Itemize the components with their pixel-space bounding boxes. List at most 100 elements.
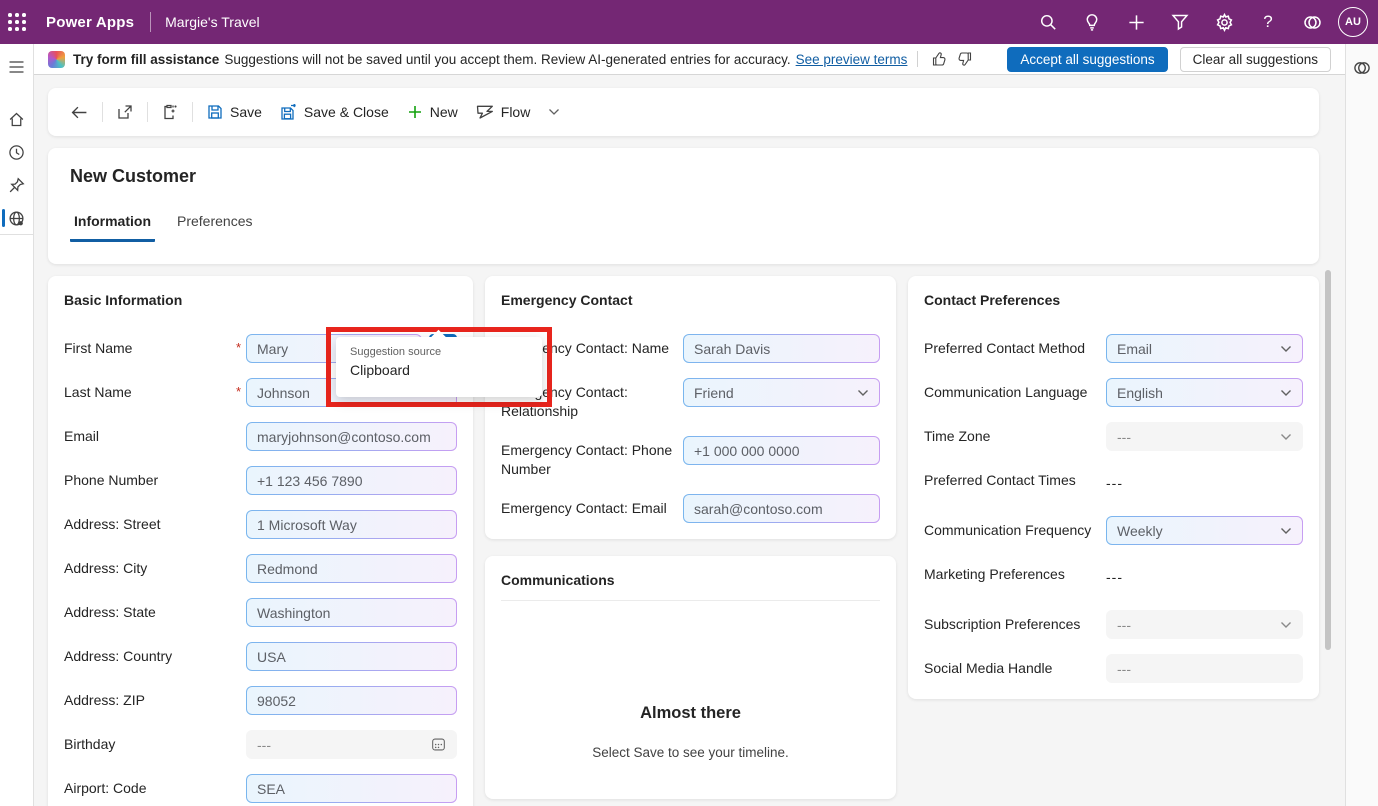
notification-message: Suggestions will not be saved until you …	[224, 52, 790, 67]
field-label: Social Media Handle	[924, 654, 1096, 678]
chevron-down-icon	[1280, 527, 1292, 535]
form-fill-notification-bar: Try form fill assistance Suggestions wil…	[34, 44, 1345, 75]
tooltip-value: Clipboard	[350, 362, 528, 378]
field-label: Email	[64, 422, 236, 446]
command-divider	[102, 102, 103, 122]
field-row: Email maryjohnson@contoso.com	[64, 422, 457, 451]
nav-hamburger-icon[interactable]	[0, 50, 34, 83]
tab-information[interactable]: Information	[70, 213, 155, 242]
form-tabs: Information Preferences	[70, 213, 1297, 242]
address-state-input[interactable]: Washington	[246, 598, 457, 627]
nav-pinned-icon[interactable]	[0, 169, 34, 202]
waffle-grid	[8, 13, 26, 31]
clear-all-suggestions-button[interactable]: Clear all suggestions	[1180, 47, 1331, 72]
airport-code-input[interactable]: SEA	[246, 774, 457, 803]
nav-home-icon[interactable]	[0, 103, 34, 136]
save-button[interactable]: Save	[198, 98, 271, 126]
suggestion-source-highlight: Suggestion source Clipboard	[326, 327, 552, 407]
time-zone-dropdown[interactable]: ---	[1106, 422, 1303, 451]
communication-language-dropdown[interactable]: English	[1106, 378, 1303, 407]
emergency-contact-section: Emergency Contact Emergency Contact: Nam…	[485, 276, 896, 539]
flow-button[interactable]: Flow	[467, 98, 540, 126]
notification-separator	[917, 51, 918, 67]
address-zip-input[interactable]: 98052	[246, 686, 457, 715]
accept-all-suggestions-button[interactable]: Accept all suggestions	[1007, 47, 1167, 72]
help-icon[interactable]: ?	[1250, 4, 1286, 40]
nav-web-resource-icon[interactable]	[0, 202, 34, 235]
subscription-preferences-dropdown[interactable]: ---	[1106, 610, 1303, 639]
field-row: Preferred Contact Method Email	[924, 334, 1303, 363]
field-label: Emergency Contact: Email	[501, 494, 673, 518]
lightbulb-icon[interactable]	[1074, 4, 1110, 40]
back-button[interactable]	[62, 99, 97, 126]
emergency-phone-input[interactable]: +1 000 000 0000	[683, 436, 880, 465]
field-label: Emergency Contact: Phone Number	[501, 436, 673, 479]
phone-number-input[interactable]: +1 123 456 7890	[246, 466, 457, 495]
preferred-contact-method-dropdown[interactable]: Email	[1106, 334, 1303, 363]
field-label: First Name	[64, 334, 236, 358]
calendar-icon[interactable]	[431, 737, 446, 752]
section-title: Basic Information	[64, 292, 457, 308]
address-city-input[interactable]: Redmond	[246, 554, 457, 583]
copilot-panel-icon[interactable]	[1350, 56, 1374, 80]
copilot-icon[interactable]	[1294, 4, 1330, 40]
app-title[interactable]: Power Apps	[46, 14, 134, 31]
social-media-handle-input[interactable]: ---	[1106, 654, 1303, 683]
communication-frequency-dropdown[interactable]: Weekly	[1106, 516, 1303, 545]
address-street-input[interactable]: 1 Microsoft Way	[246, 510, 457, 539]
form-assist-button[interactable]	[153, 98, 187, 126]
field-row: Address: Street 1 Microsoft Way	[64, 510, 457, 539]
thumbs-up-icon[interactable]	[928, 47, 952, 71]
open-record-button[interactable]	[108, 98, 142, 126]
timeline-empty-title: Almost there	[501, 704, 880, 723]
search-icon[interactable]	[1030, 4, 1066, 40]
right-rail	[1345, 44, 1378, 806]
nav-recent-icon[interactable]	[0, 136, 34, 169]
contact-preferences-section: Contact Preferences Preferred Contact Me…	[908, 276, 1319, 699]
chevron-down-icon	[1280, 433, 1292, 441]
user-avatar[interactable]: AU	[1338, 7, 1368, 37]
field-label: Address: State	[64, 598, 236, 622]
field-row: Emergency Contact: Name Sarah Davis	[501, 334, 880, 363]
preview-terms-link[interactable]: See preview terms	[796, 52, 908, 67]
email-input[interactable]: maryjohnson@contoso.com	[246, 422, 457, 451]
field-label: Address: Country	[64, 642, 236, 666]
vertical-scrollbar[interactable]	[1325, 270, 1331, 650]
communications-section: Communications Almost there Select Save …	[485, 556, 896, 799]
left-navigation	[0, 44, 34, 806]
field-label: Preferred Contact Times	[924, 466, 1096, 490]
field-row: Birthday ---	[64, 730, 457, 759]
chevron-down-icon	[1280, 389, 1292, 397]
filter-icon[interactable]	[1162, 4, 1198, 40]
flow-chevron-down-icon[interactable]	[539, 102, 569, 122]
chevron-down-icon	[1280, 621, 1292, 629]
settings-gear-icon[interactable]	[1206, 4, 1242, 40]
address-country-input[interactable]: USA	[246, 642, 457, 671]
chevron-down-icon	[857, 389, 869, 397]
environment-name[interactable]: Margie's Travel	[165, 14, 259, 30]
record-header: New Customer Information Preferences	[48, 148, 1319, 264]
chevron-down-icon	[1280, 345, 1292, 353]
field-label: Marketing Preferences	[924, 560, 1096, 584]
save-and-close-button[interactable]: Save & Close	[271, 98, 398, 127]
emergency-name-input[interactable]: Sarah Davis	[683, 334, 880, 363]
notification-title: Try form fill assistance	[73, 52, 219, 67]
new-button[interactable]: New	[398, 98, 467, 126]
field-label: Airport: Code	[64, 774, 236, 798]
form-content-area: Save Save & Close New Flow	[34, 75, 1345, 806]
record-title: New Customer	[70, 166, 1297, 187]
field-row: Address: City Redmond	[64, 554, 457, 583]
thumbs-down-icon[interactable]	[952, 47, 976, 71]
field-label: Time Zone	[924, 422, 1096, 446]
add-icon[interactable]	[1118, 4, 1154, 40]
field-label: Birthday	[64, 730, 236, 754]
emergency-email-input[interactable]: sarah@contoso.com	[683, 494, 880, 523]
preferred-contact-times-value: ---	[1106, 466, 1303, 491]
waffle-menu-icon[interactable]	[0, 0, 34, 44]
tab-preferences[interactable]: Preferences	[173, 213, 256, 242]
field-row: Communication Language English	[924, 378, 1303, 407]
marketing-preferences-value: ---	[1106, 560, 1303, 585]
flow-label: Flow	[501, 104, 531, 120]
birthday-input[interactable]: ---	[246, 730, 457, 759]
emergency-relationship-dropdown[interactable]: Friend	[683, 378, 880, 407]
